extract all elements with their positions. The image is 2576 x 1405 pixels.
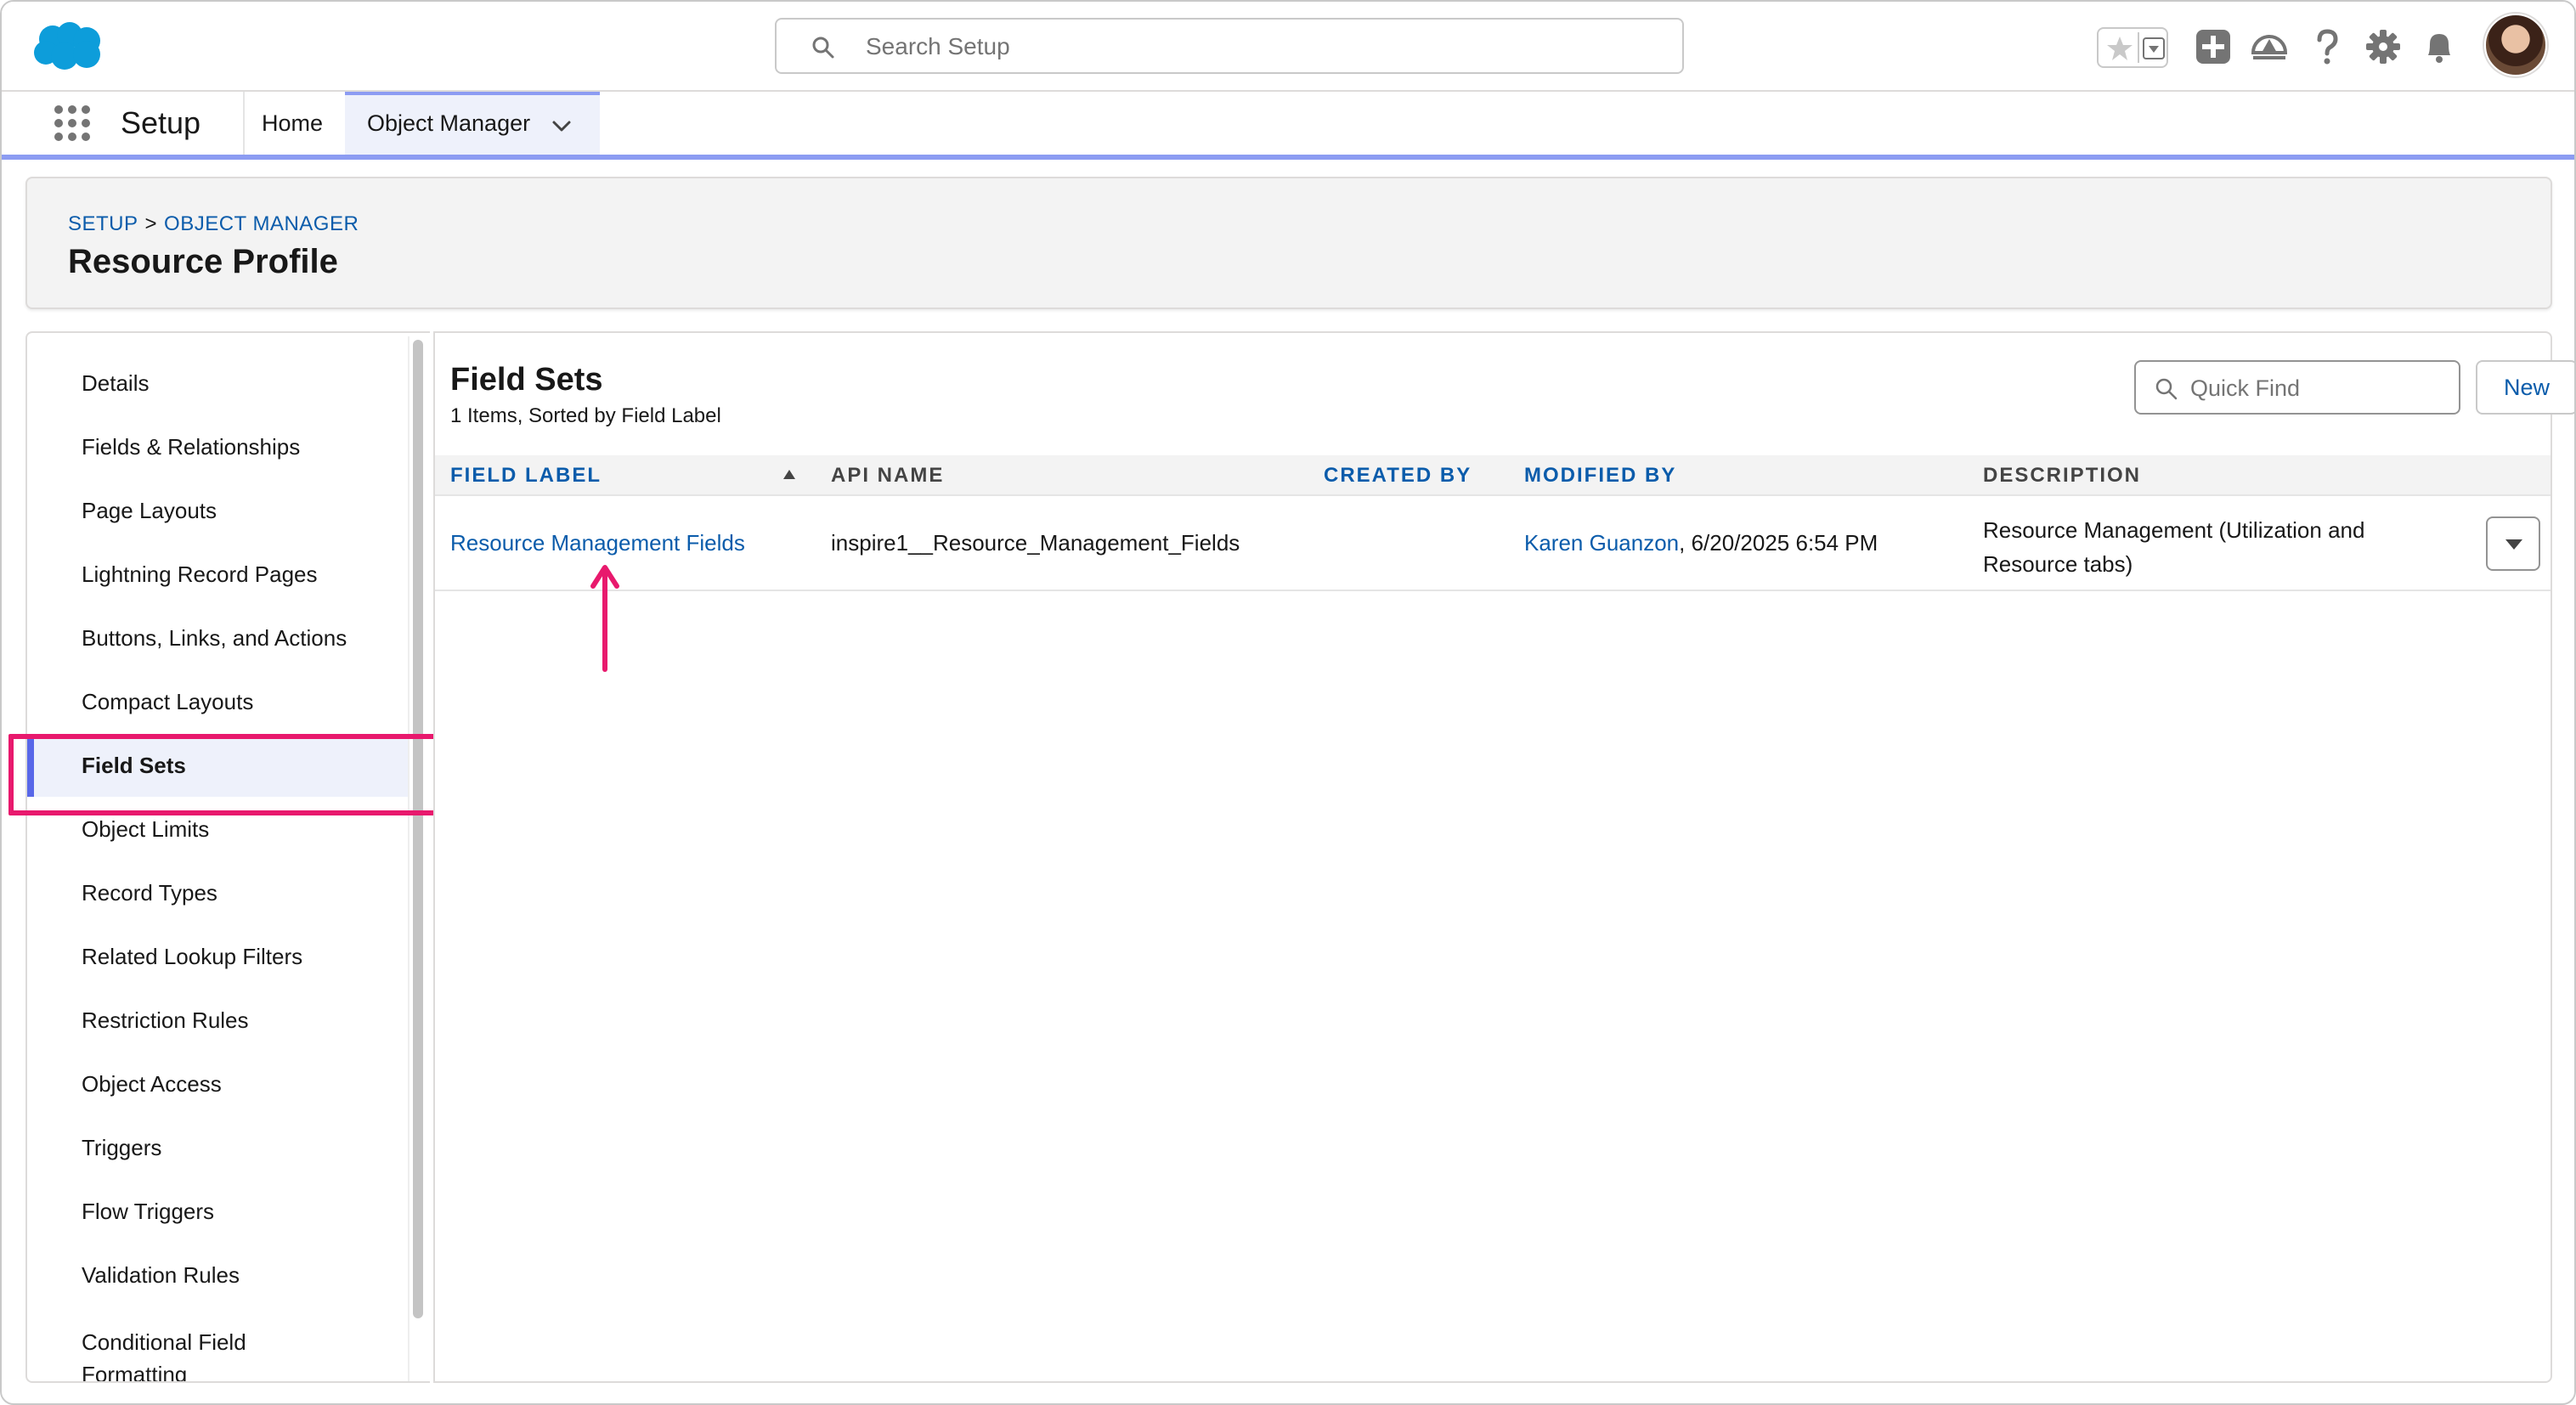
sidebar-scrollbar-thumb[interactable]: [413, 340, 423, 1318]
sidebar-item-fields-relationships[interactable]: Fields & Relationships: [27, 415, 410, 478]
sidebar-item-restriction-rules[interactable]: Restriction Rules: [27, 989, 410, 1052]
sidebar-item-label: Flow Triggers: [82, 1199, 215, 1224]
description-line-2: Resource tabs): [1983, 551, 2133, 577]
favorites-button-group: [2097, 27, 2168, 68]
sidebar-item-label: Object Limits: [82, 816, 210, 842]
sidebar-item-label: Object Access: [82, 1071, 222, 1097]
modified-by-date: , 6/20/2025 6:54 PM: [1679, 530, 1878, 556]
panel-subtitle: 1 Items, Sorted by Field Label: [450, 404, 721, 427]
sidebar-item-record-types[interactable]: Record Types: [27, 861, 410, 924]
sidebar-item-triggers[interactable]: Triggers: [27, 1116, 410, 1179]
sidebar-item-label: Lightning Record Pages: [82, 561, 318, 587]
sidebar-item-details[interactable]: Details: [27, 352, 410, 415]
sidebar-item-label: Details: [82, 370, 150, 396]
user-avatar[interactable]: [2484, 14, 2547, 76]
quick-find-placeholder: Quick Find: [2190, 375, 2301, 401]
sort-ascending-icon[interactable]: [782, 467, 797, 482]
description-line-1: Resource Management (Utilization and: [1983, 517, 2365, 543]
app-launcher-waffle-icon[interactable]: [53, 104, 92, 143]
annotation-highlight-box: [8, 734, 440, 815]
sidebar-item-label: Restriction Rules: [82, 1007, 249, 1033]
favorites-list-dropdown-icon[interactable]: [2143, 36, 2165, 61]
trailhead-guidance-icon[interactable]: [2250, 27, 2289, 66]
global-search-placeholder: Search Setup: [866, 33, 1010, 59]
search-icon: [812, 37, 834, 59]
sidebar-item-label: Conditional Field Formatting: [82, 1329, 246, 1383]
table-row: Resource Management Fields inspire1__Res…: [435, 496, 2551, 591]
global-header: Search Setup: [2, 2, 2574, 92]
annotation-arrow-up-icon: [590, 565, 619, 672]
tab-object-manager[interactable]: Object Manager: [345, 92, 600, 155]
app-window: Search Setup Setup Home Object Manager S…: [0, 0, 2576, 1405]
favorites-star-icon[interactable]: [2105, 34, 2134, 63]
global-search-input[interactable]: Search Setup: [775, 18, 1684, 74]
nav-divider: [243, 92, 245, 155]
field-set-label-text[interactable]: Resource Management Fields: [450, 530, 745, 556]
sidebar-item-label: Validation Rules: [82, 1262, 240, 1288]
chevron-down-icon[interactable]: [549, 114, 574, 139]
page-title: Resource Profile: [68, 243, 338, 280]
caret-down-icon: [2505, 539, 2522, 550]
sidebar-item-compact-layouts[interactable]: Compact Layouts: [27, 670, 410, 733]
notifications-bell-icon[interactable]: [2420, 27, 2459, 66]
breadcrumb-object-manager-link[interactable]: OBJECT MANAGER: [164, 212, 359, 235]
setup-gear-icon[interactable]: [2364, 27, 2403, 66]
column-header-created-by[interactable]: CREATED BY: [1324, 464, 1472, 488]
breadcrumb-setup-link[interactable]: SETUP: [68, 212, 138, 235]
sidebar-item-label: Related Lookup Filters: [82, 944, 303, 969]
breadcrumb: SETUP > OBJECT MANAGER: [68, 212, 359, 236]
global-actions-add-icon[interactable]: [2194, 27, 2233, 66]
table-header: FIELD LABEL API NAME CREATED BY MODIFIED…: [435, 455, 2551, 496]
modified-by-cell: Karen Guanzon, 6/20/2025 6:54 PM: [1524, 530, 1878, 556]
description-cell: Resource Management (Utilization and Reso…: [1983, 513, 2364, 581]
object-sidebar-nav: Details Fields & Relationships Page Layo…: [25, 331, 430, 1383]
quick-find-input[interactable]: Quick Find: [2134, 360, 2460, 415]
sidebar-item-related-lookup-filters[interactable]: Related Lookup Filters: [27, 925, 410, 988]
column-header-field-label[interactable]: FIELD LABEL: [450, 464, 602, 488]
sidebar-item-lightning-record-pages[interactable]: Lightning Record Pages: [27, 543, 410, 606]
app-navigation-bar: Setup Home Object Manager: [2, 92, 2574, 160]
search-icon: [2155, 378, 2178, 400]
tab-object-manager-label: Object Manager: [367, 110, 531, 136]
row-actions-dropdown-button[interactable]: [2486, 516, 2540, 571]
sidebar-item-buttons-links-actions[interactable]: Buttons, Links, and Actions: [27, 607, 410, 669]
app-name: Setup: [121, 105, 201, 140]
column-header-modified-by[interactable]: MODIFIED BY: [1524, 464, 1676, 488]
sidebar-item-label: Triggers: [82, 1135, 162, 1160]
help-icon[interactable]: [2308, 27, 2347, 66]
sidebar-item-label: Record Types: [82, 880, 217, 906]
api-name-cell: inspire1__Resource_Management_Fields: [831, 530, 1240, 556]
field-sets-panel: Field Sets 1 Items, Sorted by Field Labe…: [433, 331, 2574, 1383]
sidebar-item-conditional-field-formatting[interactable]: Conditional Field Formatting: [27, 1307, 410, 1383]
column-header-api-name: API NAME: [831, 464, 945, 487]
panel-title: Field Sets: [450, 362, 603, 398]
sidebar-item-label: Buttons, Links, and Actions: [82, 625, 347, 651]
sidebar-item-flow-triggers[interactable]: Flow Triggers: [27, 1180, 410, 1243]
sidebar-item-object-access[interactable]: Object Access: [27, 1052, 410, 1115]
sidebar-item-label: Page Layouts: [82, 498, 217, 523]
sidebar-item-label: Compact Layouts: [82, 689, 254, 714]
page-header: SETUP > OBJECT MANAGER Resource Profile: [25, 177, 2552, 309]
favorites-divider: [2138, 32, 2139, 63]
sidebar-item-validation-rules[interactable]: Validation Rules: [27, 1244, 410, 1306]
field-set-label-link[interactable]: Resource Management Fields: [450, 530, 745, 556]
tab-home[interactable]: Home: [262, 110, 323, 137]
breadcrumb-separator: >: [144, 212, 158, 235]
salesforce-cloud-logo-icon[interactable]: [31, 20, 105, 73]
column-header-description: DESCRIPTION: [1983, 464, 2142, 487]
sidebar-item-page-layouts[interactable]: Page Layouts: [27, 479, 410, 542]
sidebar-item-label: Fields & Relationships: [82, 434, 301, 460]
new-field-set-button[interactable]: New: [2476, 360, 2574, 415]
modified-by-user-link[interactable]: Karen Guanzon: [1524, 530, 1679, 556]
